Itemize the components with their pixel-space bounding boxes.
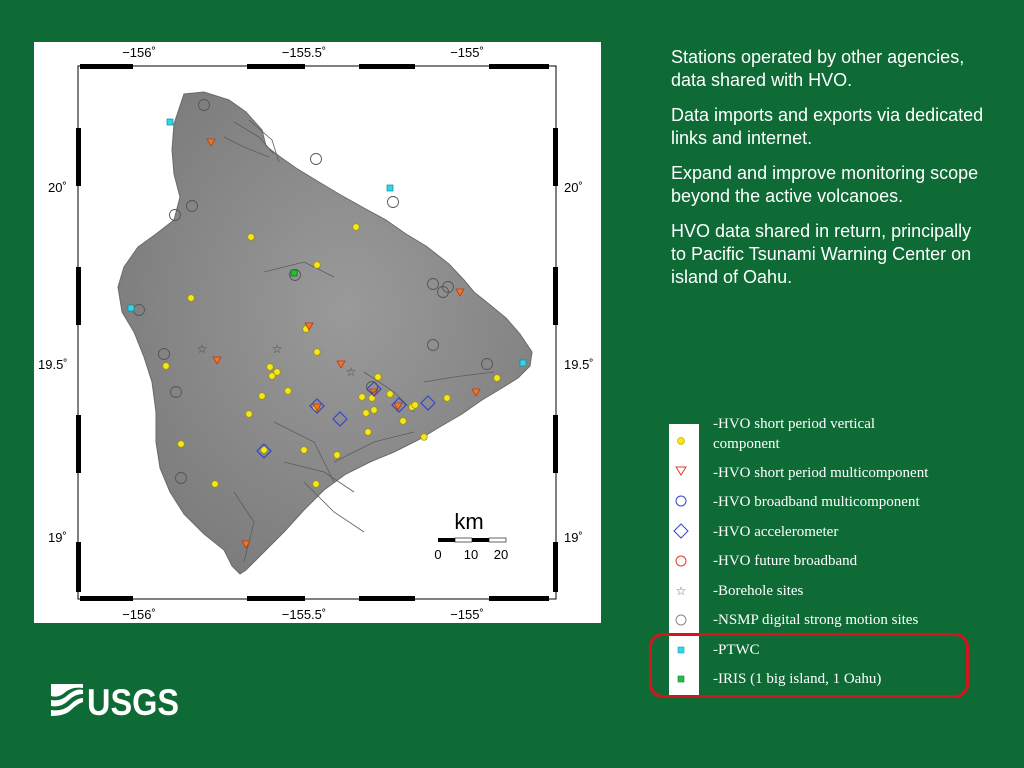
star-icon: ☆ <box>676 584 687 598</box>
legend-label-nsmp: -NSMP digital strong motion sites <box>713 612 919 628</box>
usgs-logo-text: USGS <box>87 682 179 718</box>
lat-label-left-3: 19˚ <box>48 530 67 545</box>
scale-tick-10: 10 <box>464 547 478 562</box>
usgs-logo: USGS <box>51 680 181 723</box>
yellow-station-11 <box>284 387 292 395</box>
yellow-station-17 <box>370 406 378 414</box>
yellow-station-31 <box>162 362 170 370</box>
borehole-station-0: ☆ <box>197 342 208 356</box>
yellow-station-13 <box>374 373 382 381</box>
yellow-station-9 <box>258 392 266 400</box>
borehole-station-2: ☆ <box>346 365 357 379</box>
station-map: −156˚ −155.5˚ −155˚ −156˚ −155.5˚ −155˚ … <box>34 42 601 623</box>
yellow-station-30 <box>177 440 185 448</box>
ptwc-station-3 <box>519 359 527 367</box>
lat-label-right-3: 19˚ <box>564 530 583 545</box>
lon-label-bottom-2: −155.5˚ <box>282 607 326 622</box>
map-svg: −156˚ −155.5˚ −155˚ −156˚ −155.5˚ −155˚ … <box>38 45 594 622</box>
lat-label-left-2: 19.5˚ <box>38 357 68 372</box>
lat-label-right-1: 20˚ <box>564 180 583 195</box>
lon-label-bottom-1: −156˚ <box>122 607 156 622</box>
gray-circle-icon <box>675 614 687 626</box>
red-circle-icon <box>675 555 687 567</box>
ptwc-station-2 <box>127 304 135 312</box>
yellow-station-2 <box>313 261 321 269</box>
yellow-station-24 <box>443 394 451 402</box>
lon-label-bottom-3: −155˚ <box>450 607 484 622</box>
borehole-station-1: ☆ <box>272 342 283 356</box>
scale-bar <box>438 537 507 543</box>
legend-label-borehole: -Borehole sites <box>713 583 804 599</box>
blue-circle-icon <box>675 495 687 507</box>
red-triangle-icon <box>675 466 687 476</box>
yellow-station-23 <box>420 433 428 441</box>
yellow-station-20 <box>362 409 370 417</box>
yellow-station-8 <box>273 368 281 376</box>
lon-label-top-2: −155.5˚ <box>282 45 326 60</box>
yellow-station-14 <box>386 390 394 398</box>
usgs-logo-mark: USGS <box>51 682 179 723</box>
wave-icon <box>51 684 83 716</box>
lon-label-top-3: −155˚ <box>450 45 484 60</box>
legend-label-accelerometer: -HVO accelerometer <box>713 524 839 540</box>
yellow-station-25 <box>493 374 501 382</box>
ptwc-station-0 <box>166 118 174 126</box>
yellow-station-15 <box>358 393 366 401</box>
yellow-station-32 <box>260 446 268 454</box>
yellow-station-3 <box>187 294 195 302</box>
yellow-station-0 <box>247 233 255 241</box>
blue-diamond-icon <box>673 523 689 539</box>
yellow-station-22 <box>399 417 407 425</box>
yellow-station-6 <box>266 363 274 371</box>
lat-label-right-2: 19.5˚ <box>564 357 594 372</box>
legend-label-sp-vertical: -HVO short period vertical component <box>713 416 876 452</box>
legend-label-broadband: -HVO broadband multicomponent <box>713 494 920 510</box>
yellow-station-21 <box>364 428 372 436</box>
bullet-1: Stations operated by other agencies, dat… <box>671 47 965 90</box>
yellow-station-28 <box>312 480 320 488</box>
iris-station-0 <box>290 269 298 277</box>
yellow-station-10 <box>245 410 253 418</box>
lon-label-top-1: −156˚ <box>122 45 156 60</box>
legend-label-future-broadband: -HVO future broadband <box>713 553 858 569</box>
yellow-dot-icon <box>677 437 685 445</box>
yellow-station-27 <box>333 451 341 459</box>
ptwc-iris-highlight <box>649 633 969 698</box>
bullet-4: HVO data shared in return, principally t… <box>671 221 972 287</box>
bullet-3: Expand and improve monitoring scope beyo… <box>671 163 979 206</box>
legend-label-sp-multi: -HVO short period multicomponent <box>713 465 929 481</box>
scale-tick-0: 0 <box>434 547 441 562</box>
lat-label-left-1: 20˚ <box>48 180 67 195</box>
ptwc-station-1 <box>386 184 394 192</box>
yellow-station-19 <box>411 401 419 409</box>
scale-unit: km <box>454 509 483 534</box>
yellow-station-29 <box>211 480 219 488</box>
yellow-station-26 <box>300 446 308 454</box>
yellow-station-1 <box>352 223 360 231</box>
bullet-2: Data imports and exports via dedicated l… <box>671 105 984 148</box>
description-text: Stations operated by other agencies, dat… <box>671 46 991 301</box>
yellow-station-5 <box>313 348 321 356</box>
scale-tick-20: 20 <box>494 547 508 562</box>
